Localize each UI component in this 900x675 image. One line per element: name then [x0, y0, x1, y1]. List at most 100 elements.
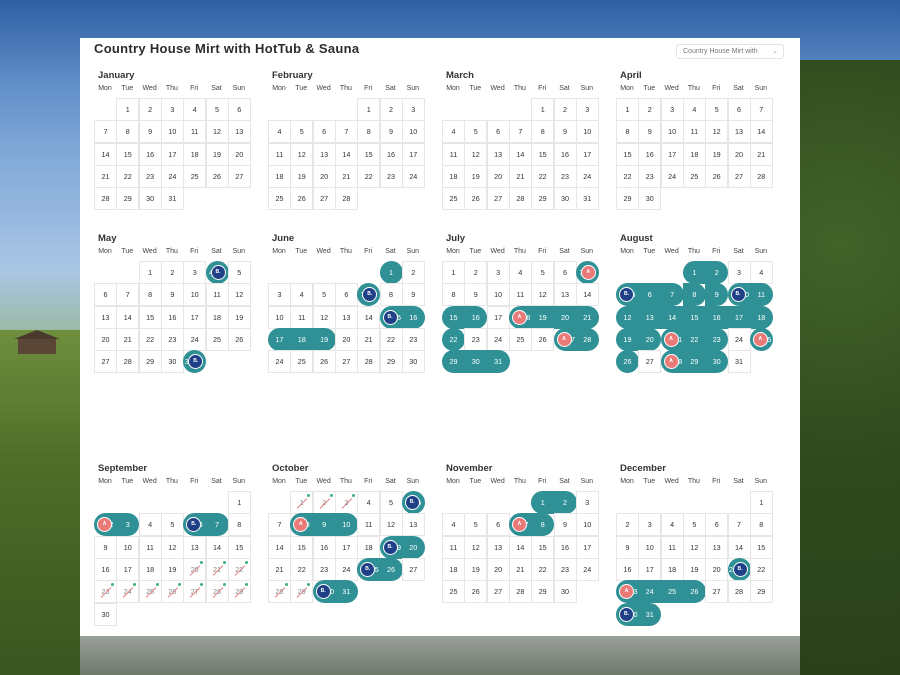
calendar-day[interactable]: 6 [727, 98, 751, 121]
calendar-day[interactable]: 16 [312, 535, 336, 559]
calendar-day[interactable]: 30 [464, 350, 488, 374]
calendar-day[interactable]: 21 [749, 142, 773, 166]
calendar-day[interactable]: 22 [116, 164, 140, 188]
calendar-day[interactable]: 17 [268, 327, 291, 351]
calendar-day[interactable]: 11 [442, 142, 465, 166]
calendar-day[interactable]: 18 [183, 142, 207, 166]
calendar-day[interactable]: 12 [464, 142, 488, 166]
calendar-day[interactable]: 16 [138, 142, 162, 166]
calendar-day[interactable]: 14 [660, 305, 684, 329]
calendar-day[interactable]: 7 [268, 513, 291, 537]
calendar-day[interactable]: 20 [312, 164, 336, 188]
calendar-day[interactable]: 17 [160, 142, 184, 166]
calendar-day[interactable]: 8 [379, 283, 403, 307]
calendar-day[interactable]: 28 [334, 187, 358, 211]
calendar-day[interactable]: 3 [486, 261, 510, 284]
booking-source-icon[interactable]: B. [619, 287, 634, 303]
calendar-day[interactable]: 26 [464, 187, 488, 211]
calendar-day[interactable]: 12 [682, 535, 706, 559]
calendar-day[interactable]: 25 [290, 350, 314, 374]
calendar-day[interactable]: 12 [531, 283, 555, 307]
calendar-day[interactable]: 25 [205, 327, 229, 351]
calendar-day[interactable]: 12 [464, 535, 488, 559]
calendar-day[interactable]: 29 [616, 187, 639, 211]
guest-avatar-icon[interactable]: A [511, 309, 527, 325]
calendar-day[interactable]: 28 [116, 350, 140, 374]
calendar-day[interactable]: 9 [379, 120, 403, 144]
calendar-day[interactable]: 12 [312, 305, 336, 329]
calendar-day[interactable]: 24 [268, 350, 291, 374]
guest-avatar-icon[interactable]: A [293, 517, 309, 533]
booking-source-icon[interactable]: B. [730, 287, 746, 303]
calendar-day[interactable]: 21 [94, 164, 117, 188]
calendar-day[interactable]: 31 [727, 350, 751, 374]
booking-source-icon[interactable]: B. [382, 539, 398, 555]
calendar-day[interactable]: 17 [575, 535, 599, 559]
calendar-day[interactable]: 20 [183, 557, 207, 581]
calendar-day[interactable]: 7 [334, 120, 358, 144]
calendar-day[interactable]: 10 [268, 305, 291, 329]
calendar-day[interactable]: 13 [183, 535, 207, 559]
calendar-day[interactable]: 16 [464, 305, 488, 329]
calendar-day[interactable]: 21A [660, 327, 684, 351]
calendar-day[interactable]: 23 [160, 327, 184, 351]
calendar-day[interactable]: 23 [553, 164, 577, 188]
calendar-day[interactable]: 3 [727, 261, 751, 284]
calendar-day[interactable]: 30 [553, 580, 577, 604]
calendar-day[interactable]: 5 [312, 283, 336, 307]
calendar-day[interactable]: 10 [638, 535, 662, 559]
calendar-day[interactable]: 23A [616, 580, 639, 604]
calendar-day[interactable]: 2 [312, 491, 336, 514]
calendar-day[interactable]: 16 [94, 557, 117, 581]
calendar-day[interactable]: 14 [508, 535, 532, 559]
booking-source-icon[interactable]: B. [404, 495, 420, 510]
calendar-day[interactable]: 5 [227, 261, 251, 284]
calendar-day[interactable]: 21 [334, 164, 358, 188]
calendar-day[interactable]: 12 [290, 142, 314, 166]
calendar-day[interactable]: 24 [575, 164, 599, 188]
calendar-day[interactable]: 17 [575, 142, 599, 166]
calendar-day[interactable]: 27 [227, 164, 251, 188]
calendar-day[interactable]: 11 [660, 535, 684, 559]
calendar-day[interactable]: 3 [660, 98, 684, 121]
calendar-day[interactable]: 6 [227, 98, 251, 121]
calendar-day[interactable]: 28 [508, 580, 532, 604]
calendar-day[interactable]: 31 [575, 187, 599, 211]
calendar-day[interactable]: 16 [638, 142, 662, 166]
calendar-day[interactable]: 16 [160, 305, 184, 329]
calendar-day[interactable]: 19 [464, 164, 488, 188]
calendar-day[interactable]: 7 [94, 120, 117, 144]
calendar-day[interactable]: 15 [531, 142, 555, 166]
calendar-day[interactable]: 17 [116, 557, 140, 581]
calendar-day[interactable]: 18 [749, 305, 773, 329]
calendar-day[interactable]: 18 [290, 327, 314, 351]
calendar-day[interactable]: 2 [638, 98, 662, 121]
calendar-day[interactable]: 27 [334, 350, 358, 374]
calendar-day[interactable]: 24 [575, 557, 599, 581]
calendar-day[interactable]: 5 [464, 513, 488, 537]
calendar-day[interactable]: 19 [705, 142, 729, 166]
calendar-day[interactable]: 12 [705, 120, 729, 144]
guest-avatar-icon[interactable]: A [619, 584, 634, 600]
calendar-day[interactable]: 18 [442, 557, 465, 581]
calendar-day[interactable]: 6B. [401, 491, 425, 514]
calendar-day[interactable]: 20 [401, 535, 425, 559]
calendar-day[interactable]: 3 [268, 283, 291, 307]
calendar-day[interactable]: 27 [638, 350, 662, 374]
calendar-day[interactable]: 15 [682, 305, 706, 329]
calendar-day[interactable]: 27 [94, 350, 117, 374]
calendar-day[interactable]: 13 [553, 283, 577, 307]
calendar-day[interactable]: 30 [705, 350, 729, 374]
calendar-day[interactable]: 31 [638, 602, 662, 626]
calendar-day[interactable]: 5 [464, 120, 488, 144]
calendar-day[interactable]: 24 [401, 164, 425, 188]
guest-avatar-icon[interactable]: A [752, 331, 768, 347]
calendar-day[interactable]: 22 [357, 164, 381, 188]
calendar-day[interactable]: 19B. [379, 535, 403, 559]
calendar-day[interactable]: 8 [357, 120, 381, 144]
calendar-day[interactable]: 6 [312, 120, 336, 144]
calendar-day[interactable]: 6B. [183, 513, 207, 537]
calendar-day[interactable]: 21 [357, 327, 381, 351]
calendar-day[interactable]: 1 [531, 491, 555, 514]
calendar-day[interactable]: 14 [575, 283, 599, 307]
